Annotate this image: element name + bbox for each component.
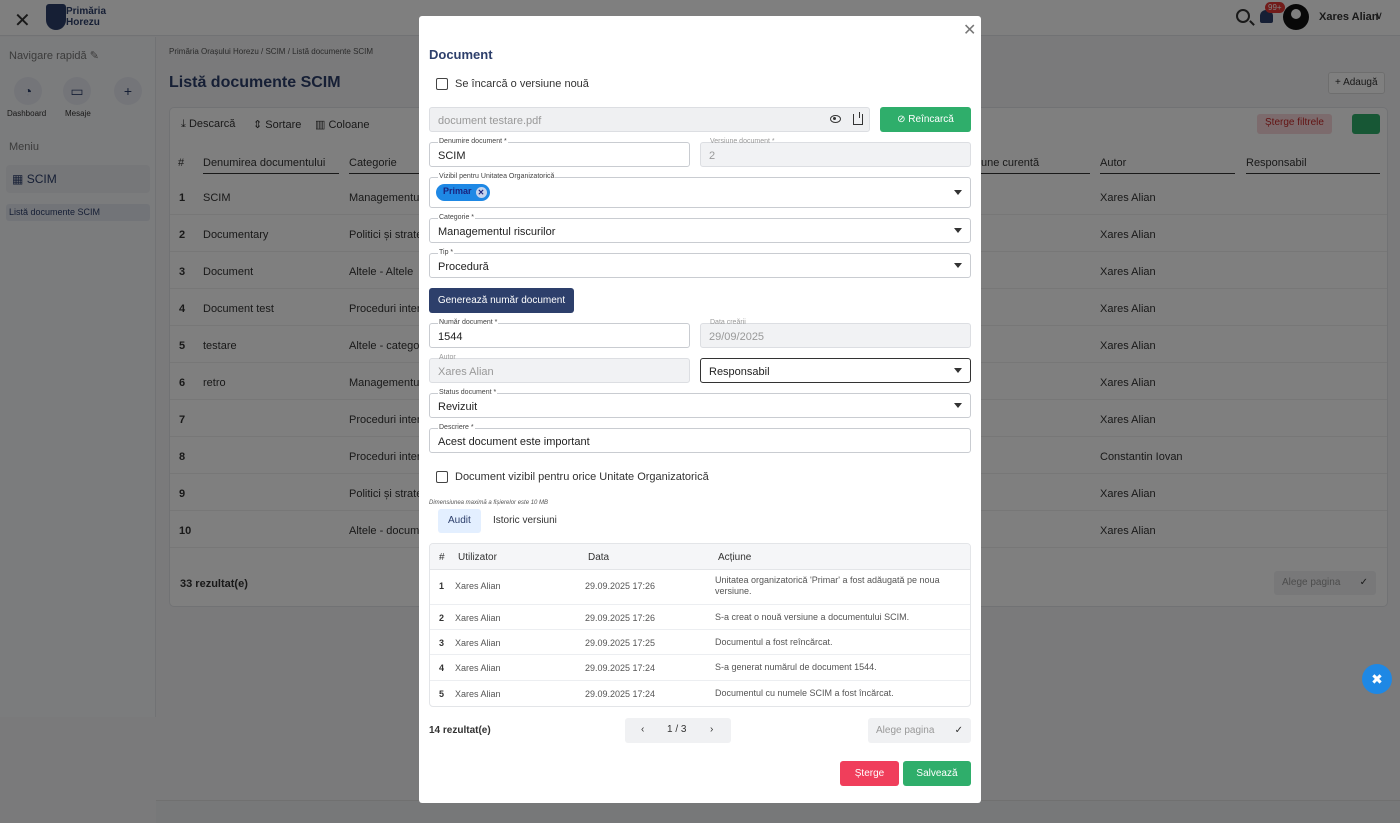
audit-row-date: 29.09.2025 17:24	[585, 689, 656, 699]
audit-row-user: Xares Alian	[455, 663, 501, 673]
type-select[interactable]: Tip * Procedură	[429, 249, 971, 278]
caret-down-icon[interactable]	[954, 228, 962, 233]
audit-row-action: Documentul a fost reîncărcat.	[715, 637, 833, 647]
audit-col-action: Acțiune	[718, 552, 752, 563]
audit-col-date: Data	[588, 552, 610, 563]
audit-row-number: 5	[439, 689, 445, 699]
audit-row-number: 1	[439, 581, 445, 591]
tab-audit[interactable]: Audit	[438, 509, 481, 533]
file-field: document testare.pdf	[429, 107, 870, 132]
caret-down-icon[interactable]	[954, 190, 962, 195]
audit-row-user: Xares Alian	[455, 638, 501, 648]
audit-row: 3 Xares Alian 29.09.2025 17:25 Documentul a…	[430, 630, 970, 655]
responsible-value: Responsabil	[709, 366, 770, 378]
audit-row-user: Xares Alian	[455, 689, 501, 699]
created-date-label: Data creării	[710, 319, 746, 326]
reload-button[interactable]: ⊘ Reîncarcă	[880, 107, 971, 132]
pagination: ‹ 1 / 3 ›	[625, 718, 731, 743]
new-version-checkbox[interactable]	[436, 78, 448, 90]
audit-row-action: S-a creat o nouă versiune a documentului…	[715, 612, 910, 622]
author-label: Autor	[439, 354, 456, 361]
delete-button[interactable]: Șterge	[840, 761, 899, 786]
audit-row: 4 Xares Alian 29.09.2025 17:24 S-a generat …	[430, 655, 970, 681]
status-label: Status document *	[438, 389, 498, 397]
tab-version-history[interactable]: Istoric versiuni	[483, 509, 567, 533]
caret-down-icon[interactable]	[954, 368, 962, 373]
generate-number-button[interactable]: Generează număr document	[429, 288, 574, 313]
chevron-right-icon[interactable]: ›	[710, 724, 713, 735]
save-button[interactable]: Salvează	[903, 761, 971, 786]
eye-icon[interactable]	[830, 115, 841, 123]
type-label: Tip *	[438, 249, 455, 257]
chevron-left-icon[interactable]: ‹	[641, 724, 644, 735]
document-modal: ✕ Document Se încarcă o versiune nouă do…	[419, 16, 981, 803]
download-icon[interactable]	[853, 112, 863, 125]
type-value: Procedură	[438, 261, 489, 273]
new-version-label[interactable]: Se încarcă o versiune nouă	[455, 78, 589, 90]
description-value[interactable]: Acest document este important	[438, 436, 590, 448]
audit-row-user: Xares Alian	[455, 581, 501, 591]
document-name-field[interactable]: Denumire document * SCIM	[429, 138, 690, 167]
audit-row-number: 2	[439, 613, 445, 623]
author-value: Xares Alian	[438, 366, 494, 378]
document-number-field[interactable]: Număr document * 1544	[429, 319, 690, 348]
check-icon[interactable]: ✓	[955, 725, 963, 736]
category-label: Categorie *	[438, 214, 476, 222]
audit-row-action: Documentul cu numele SCIM a fost încărca…	[715, 688, 894, 698]
audit-col-user: Utilizator	[458, 552, 497, 563]
audit-row: 1 Xares Alian 29.09.2025 17:26 Unitatea org…	[430, 570, 970, 605]
caret-down-icon[interactable]	[954, 263, 962, 268]
file-name: document testare.pdf	[438, 115, 542, 127]
document-version-label: Versiune document *	[710, 138, 775, 145]
page-indicator: 1 / 3	[667, 724, 687, 735]
document-name-label: Denumire document *	[438, 138, 508, 146]
unit-chip: Primar ✕	[436, 184, 490, 201]
audit-row-date: 29.09.2025 17:26	[585, 613, 656, 623]
created-date-value: 29/09/2025	[709, 331, 765, 343]
document-version-field: Versiune document * 2	[700, 138, 971, 167]
audit-row: 2 Xares Alian 29.09.2025 17:26 S-a creat o …	[430, 605, 970, 630]
description-field[interactable]: Descriere * Acest document este importan…	[429, 424, 971, 453]
file-size-note: Dimensiunea maximă a fișierelor este 10 …	[429, 500, 549, 506]
audit-row-date: 29.09.2025 17:25	[585, 638, 656, 648]
audit-row: 5 Xares Alian 29.09.2025 17:24 Documentul c…	[430, 681, 970, 706]
document-name-value[interactable]: SCIM	[438, 150, 466, 162]
check-circle-icon: ⊘	[897, 114, 906, 125]
audit-col-num: #	[439, 552, 445, 563]
visible-unit-label: Vizibil pentru Unitatea Organizatorică	[438, 173, 556, 181]
audit-row-number: 3	[439, 638, 445, 648]
category-value: Managementul riscurilor	[438, 226, 556, 238]
document-number-label: Număr document *	[438, 319, 499, 327]
audit-results-count: 14 rezultat(e)	[429, 725, 491, 736]
modal-title: Document	[429, 47, 493, 62]
audit-row-user: Xares Alian	[455, 613, 501, 623]
audit-row-date: 29.09.2025 17:26	[585, 581, 656, 591]
description-label: Descriere *	[438, 424, 475, 432]
audit-row-action: Unitatea organizatorică 'Primar' a fost …	[715, 575, 940, 596]
caret-down-icon[interactable]	[954, 403, 962, 408]
audit-row-date: 29.09.2025 17:24	[585, 663, 656, 673]
visible-unit-select[interactable]: Vizibil pentru Unitatea Organizatorică P…	[429, 173, 971, 208]
audit-row-action: S-a generat numărul de document 1544.	[715, 662, 877, 672]
close-icon[interactable]: ✕	[963, 20, 976, 40]
created-date-field: Data creării 29/09/2025	[700, 319, 971, 348]
author-field: Autor Xares Alian	[429, 354, 690, 383]
page-select[interactable]: Alege pagina ✓	[868, 718, 971, 743]
document-number-value[interactable]: 1544	[438, 331, 462, 343]
status-value: Revizuit	[438, 401, 478, 413]
document-version-value: 2	[709, 150, 716, 162]
audit-table: # Utilizator Data Acțiune 1 Xares Alian 29…	[429, 543, 971, 707]
responsible-select[interactable]: Responsabil	[700, 358, 971, 383]
category-select[interactable]: Categorie * Managementul riscurilor	[429, 214, 971, 243]
visible-all-checkbox[interactable]	[436, 471, 448, 483]
page-select-placeholder: Alege pagina	[876, 725, 935, 736]
audit-header: # Utilizator Data Acțiune	[430, 544, 970, 570]
remove-chip-icon[interactable]: ✕	[475, 187, 487, 198]
visible-all-label[interactable]: Document vizibil pentru orice Unitate Or…	[455, 471, 709, 483]
tools-icon[interactable]: ✖	[1362, 664, 1392, 694]
audit-row-number: 4	[439, 663, 445, 673]
status-select[interactable]: Status document * Revizuit	[429, 389, 971, 418]
